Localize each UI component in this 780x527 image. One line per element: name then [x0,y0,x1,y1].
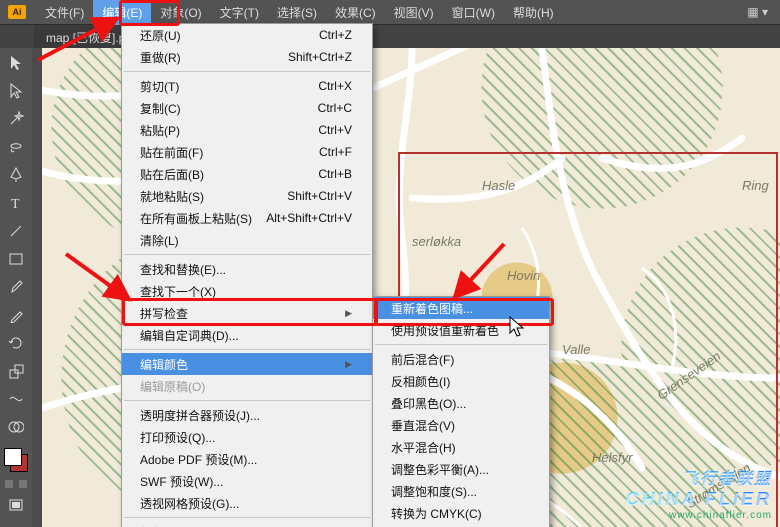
menu-item[interactable]: SWF 预设(W)... [122,470,372,492]
menu-item[interactable]: 透视网格预设(G)... [122,492,372,514]
submenu-item[interactable]: 使用预设值重新着色 [373,319,549,341]
submenu-item[interactable]: 重新着色图稿... [373,297,549,319]
edit-colors-submenu: 重新着色图稿...使用预设值重新着色前后混合(F)反相颜色(I)叠印黑色(O).… [372,296,550,527]
scale-tool-icon[interactable] [3,360,29,382]
menu-item[interactable]: 拼写检查▶ [122,302,372,324]
pencil-tool-icon[interactable] [3,304,29,326]
menu-item[interactable]: 编辑自定词典(D)... [122,324,372,346]
menu-window[interactable]: 窗口(W) [443,0,504,25]
menu-item[interactable]: 在所有画板上粘贴(S)Alt+Shift+Ctrl+V [122,207,372,229]
menu-file[interactable]: 文件(F) [36,0,93,25]
menu-item[interactable]: 打印预设(Q)... [122,426,372,448]
color-swatch[interactable] [4,448,28,472]
screen-mode-icon[interactable] [3,494,29,516]
menu-effect[interactable]: 效果(C) [326,0,385,25]
menu-item[interactable]: 贴在后面(B)Ctrl+B [122,163,372,185]
menu-select[interactable]: 选择(S) [268,0,326,25]
tab-bar: map [已恢复].p... [0,25,780,50]
pen-tool-icon[interactable] [3,164,29,186]
menu-item[interactable]: 贴在前面(F)Ctrl+F [122,141,372,163]
rectangle-tool-icon[interactable] [3,248,29,270]
menubar: Ai 文件(F) 编辑(E) 对象(O) 文字(T) 选择(S) 效果(C) 视… [0,0,780,25]
shape-builder-tool-icon[interactable] [3,416,29,438]
paintbrush-tool-icon[interactable] [3,276,29,298]
submenu-item[interactable]: 前后混合(F) [373,348,549,370]
menu-item[interactable]: 重做(R)Shift+Ctrl+Z [122,46,372,68]
edit-dropdown: 还原(U)Ctrl+Z重做(R)Shift+Ctrl+Z 剪切(T)Ctrl+X复… [121,23,373,527]
lasso-tool-icon[interactable] [3,136,29,158]
menu-item[interactable]: 清除(L) [122,229,372,251]
menu-item[interactable]: 颜色设置(G)...Shift+Ctrl+K [122,521,372,527]
submenu-item[interactable]: 叠印黑色(O)... [373,392,549,414]
menu-item[interactable]: 还原(U)Ctrl+Z [122,24,372,46]
menu-item[interactable]: 查找下一个(X) [122,280,372,302]
submenu-item[interactable]: 调整饱和度(S)... [373,480,549,502]
menu-item[interactable]: 编辑颜色▶ [122,353,372,375]
essentials-switcher[interactable]: ▦ ▾ [741,1,774,23]
submenu-item[interactable]: 调整色彩平衡(A)... [373,458,549,480]
toolbar: T [0,48,33,527]
menu-item[interactable]: Adobe PDF 预设(M)... [122,448,372,470]
menu-item[interactable]: 查找和替换(E)... [122,258,372,280]
menu-item: 编辑原稿(O) [122,375,372,397]
line-tool-icon[interactable] [3,220,29,242]
menu-help[interactable]: 帮助(H) [504,0,563,25]
menu-type[interactable]: 文字(T) [211,0,268,25]
menu-item[interactable]: 就地粘贴(S)Shift+Ctrl+V [122,185,372,207]
draw-mode-icons[interactable] [5,480,27,488]
menu-view[interactable]: 视图(V) [385,0,443,25]
rotate-tool-icon[interactable] [3,332,29,354]
app-logo: Ai [8,5,26,19]
type-tool-icon[interactable]: T [3,192,29,214]
menu-item[interactable]: 复制(C)Ctrl+C [122,97,372,119]
selection-tool-icon[interactable] [3,52,29,74]
menu-edit[interactable]: 编辑(E) [93,0,151,25]
menu-object[interactable]: 对象(O) [151,0,210,25]
svg-text:T: T [11,197,20,210]
submenu-item[interactable]: 反相颜色(I) [373,370,549,392]
submenu-item[interactable]: 转换为 CMYK(C) [373,502,549,524]
menu-item[interactable]: 粘贴(P)Ctrl+V [122,119,372,141]
width-tool-icon[interactable] [3,388,29,410]
magic-wand-tool-icon[interactable] [3,108,29,130]
direct-selection-tool-icon[interactable] [3,80,29,102]
menu-item[interactable]: 剪切(T)Ctrl+X [122,75,372,97]
submenu-item[interactable]: 垂直混合(V) [373,414,549,436]
submenu-item[interactable]: 水平混合(H) [373,436,549,458]
menu-item[interactable]: 透明度拼合器预设(J)... [122,404,372,426]
